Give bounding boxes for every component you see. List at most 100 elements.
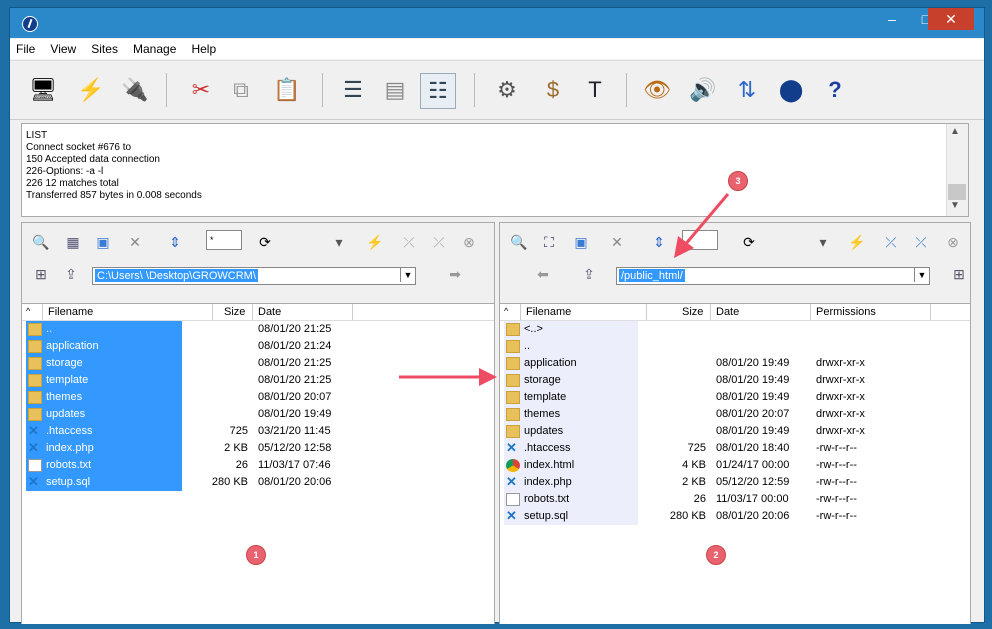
col-size[interactable]: Size (224, 306, 245, 318)
sort-icon[interactable]: ^ (504, 306, 508, 316)
new-folder-icon[interactable]: ▣ (572, 233, 590, 251)
unlink-icon[interactable]: ⤫ (430, 233, 448, 251)
compress-icon[interactable]: ⇕ (166, 233, 184, 251)
table-row[interactable]: storage 08/01/20 19:49 drwxr-xr-x (500, 372, 970, 389)
file-date: 08/01/20 19:49 (258, 408, 332, 420)
table-row[interactable]: updates 08/01/20 19:49 drwxr-xr-x (500, 423, 970, 440)
link-icon[interactable]: ⤫ (882, 233, 900, 251)
menu-manage[interactable]: Manage (127, 39, 182, 56)
connect-icon[interactable]: ⚡ (848, 233, 866, 251)
transfer-left-icon[interactable]: ⬅ (534, 265, 552, 283)
cut-icon[interactable]: ✂ (184, 73, 218, 107)
table-row[interactable]: robots.txt 26 11/03/17 07:46 (22, 457, 494, 474)
table-row[interactable]: <..> (500, 321, 970, 338)
chevron-down-icon[interactable]: ▼ (914, 268, 929, 282)
unlink-icon[interactable]: ⤫ (912, 233, 930, 251)
refresh-icon[interactable]: ⟳ (740, 233, 758, 251)
close-button[interactable]: ✕ (928, 8, 974, 30)
table-row[interactable]: themes 08/01/20 20:07 drwxr-xr-x (500, 406, 970, 423)
transfer-icon[interactable]: ⇅ (730, 73, 764, 107)
file-name: .htaccess (46, 425, 93, 437)
table-row[interactable]: ✕ setup.sql 280 KB 08/01/20 20:06 -rw-r--r-- (500, 508, 970, 525)
site-manager-icon[interactable]: 🖥 (26, 73, 60, 107)
up-folder-icon[interactable]: ⇪ (62, 265, 80, 283)
scroll-thumb[interactable] (948, 184, 966, 200)
table-row[interactable]: ✕ .htaccess 725 03/21/20 11:45 (22, 423, 494, 440)
paste-icon[interactable]: 📋 (270, 73, 304, 107)
local-file-list[interactable]: ^ Filename Size Date .. 08/01/20 21:25 app… (22, 303, 494, 624)
col-size[interactable]: Size (682, 306, 703, 318)
col-filename[interactable]: Filename (526, 306, 571, 318)
filter-input[interactable] (206, 230, 242, 250)
watch-icon[interactable]: 👁 (640, 73, 674, 107)
file-permissions: -rw-r--r-- (816, 493, 857, 505)
menu-sites[interactable]: Sites (85, 39, 124, 56)
drive-icon[interactable]: ▾ (330, 233, 348, 251)
col-date[interactable]: Date (716, 306, 739, 318)
tree-icon[interactable]: ⊞ (32, 265, 50, 283)
quick-connect-icon[interactable]: ⚡ (74, 73, 108, 107)
help-icon[interactable]: ? (818, 73, 852, 107)
col-filename[interactable]: Filename (48, 306, 93, 318)
file-name: application (524, 357, 577, 369)
sound-icon[interactable]: 🔊 (686, 73, 720, 107)
remote-path-combobox[interactable]: /public_html/ ▼ (616, 267, 930, 285)
table-row[interactable]: .. 08/01/20 21:25 (22, 321, 494, 338)
disconnect-icon[interactable]: 🔌 (118, 73, 152, 107)
file-name: index.html (524, 459, 575, 471)
scroll-up-icon[interactable]: ▲ (950, 126, 960, 138)
menu-help[interactable]: Help (185, 39, 222, 56)
delete-icon[interactable]: ✕ (126, 233, 144, 251)
up-folder-icon[interactable]: ⇪ (580, 265, 598, 283)
remote-file-list[interactable]: ^ Filename Size Date Permissions <..>.. a… (500, 303, 970, 624)
table-row[interactable]: application 08/01/20 21:24 (22, 338, 494, 355)
menu-file[interactable]: File (10, 39, 41, 56)
local-path-combobox[interactable]: C:\Users\ \Desktop\GROWCRM\ ▼ (92, 267, 416, 285)
table-row[interactable]: updates 08/01/20 19:49 (22, 406, 494, 423)
search-icon[interactable]: 🔍 (32, 233, 50, 251)
drive-icon[interactable]: ▾ (814, 233, 832, 251)
log-scrollbar[interactable]: ▲ ▼ (946, 124, 968, 216)
table-row[interactable]: ✕ index.php 2 KB 05/12/20 12:58 (22, 440, 494, 457)
table-row[interactable]: themes 08/01/20 20:07 (22, 389, 494, 406)
title-bar: – □ ✕ (10, 8, 984, 38)
table-row[interactable]: ✕ .htaccess 725 08/01/20 18:40 -rw-r--r-- (500, 440, 970, 457)
new-folder-icon[interactable]: ▣ (94, 233, 112, 251)
view-list-icon[interactable]: ☰ (336, 73, 370, 107)
scroll-down-icon[interactable]: ▼ (950, 200, 960, 212)
table-row[interactable]: application 08/01/20 19:49 drwxr-xr-x (500, 355, 970, 372)
log-line: 226 12 matches total (26, 178, 119, 189)
link-icon[interactable]: ⤫ (400, 233, 418, 251)
table-row[interactable]: ✕ setup.sql 280 KB 08/01/20 20:06 (22, 474, 494, 491)
copy-icon[interactable]: ⧉ (224, 73, 258, 107)
tree-icon[interactable]: ⊞ (950, 265, 968, 283)
file-name: application (46, 340, 99, 352)
refresh-icon[interactable]: ⟳ (256, 233, 274, 251)
col-date[interactable]: Date (258, 306, 281, 318)
delete-icon[interactable]: ✕ (608, 233, 626, 251)
view-report-icon[interactable]: ☷ (420, 73, 456, 109)
table-row[interactable]: ✕ index.php 2 KB 05/12/20 12:59 -rw-r--r-- (500, 474, 970, 491)
close-pane-icon[interactable]: ⊗ (944, 233, 962, 251)
file-date: 05/12/20 12:58 (258, 442, 332, 454)
table-row[interactable]: .. (500, 338, 970, 355)
search-icon[interactable]: 🔍 (510, 233, 528, 251)
transfer-right-icon[interactable]: ➡ (446, 265, 464, 283)
table-row[interactable]: template 08/01/20 19:49 drwxr-xr-x (500, 389, 970, 406)
table-row[interactable]: index.html 4 KB 01/24/17 00:00 -rw-r--r-- (500, 457, 970, 474)
table-row[interactable]: robots.txt 26 11/03/17 00:00 -rw-r--r-- (500, 491, 970, 508)
close-pane-icon[interactable]: ⊗ (460, 233, 478, 251)
settings-icon[interactable]: ⚙ (490, 73, 524, 107)
file-name: <..> (524, 323, 543, 335)
refresh-list-icon[interactable]: ▦ (64, 233, 82, 251)
col-permissions[interactable]: Permissions (816, 306, 876, 318)
terminal-icon[interactable]: T (578, 73, 612, 107)
about-icon[interactable]: ⬤ (774, 73, 808, 107)
view-details-icon[interactable]: ▤ (378, 73, 412, 107)
chevron-down-icon[interactable]: ▼ (400, 268, 415, 282)
sort-icon[interactable]: ^ (26, 306, 30, 316)
connect-icon[interactable]: ⚡ (366, 233, 384, 251)
crop-icon[interactable]: ⛶ (540, 233, 558, 251)
scheduler-icon[interactable]: $ (536, 73, 570, 107)
menu-view[interactable]: View (44, 39, 82, 56)
